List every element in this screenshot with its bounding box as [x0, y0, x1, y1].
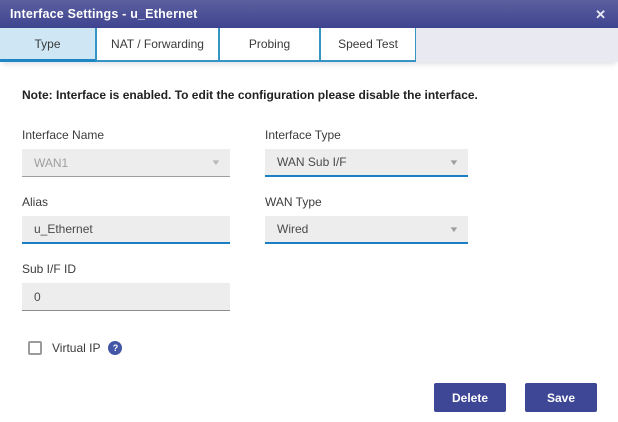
- save-button[interactable]: Save: [525, 383, 597, 412]
- dialog-title: Interface Settings - u_Ethernet: [10, 7, 198, 21]
- sub-if-id-input[interactable]: 0: [22, 283, 230, 311]
- tab-speed-test[interactable]: Speed Test: [320, 28, 416, 62]
- interface-type-group: Interface Type WAN Sub I/F ▼: [265, 128, 468, 177]
- delete-button[interactable]: Delete: [434, 383, 506, 412]
- sub-if-id-group: Sub I/F ID 0: [22, 262, 230, 311]
- interface-type-label: Interface Type: [265, 128, 341, 142]
- wan-type-value: Wired: [277, 222, 309, 236]
- dialog-footer: Delete Save: [434, 383, 597, 412]
- sub-if-id-label: Sub I/F ID: [22, 262, 77, 276]
- chevron-down-icon: ▼: [448, 224, 460, 234]
- alias-input[interactable]: u_Ethernet: [22, 216, 230, 244]
- interface-type-select[interactable]: WAN Sub I/F ▼: [265, 149, 468, 177]
- tab-nat-forwarding[interactable]: NAT / Forwarding: [96, 28, 219, 62]
- wan-type-select[interactable]: Wired ▼: [265, 216, 468, 244]
- tab-panel-type: Note: Interface is enabled. To edit the …: [0, 62, 618, 355]
- interface-form: Interface Name WAN1 ▼ Interface Type WAN…: [22, 128, 596, 311]
- alias-value: u_Ethernet: [34, 222, 93, 236]
- help-icon[interactable]: ?: [108, 341, 123, 355]
- interface-name-select[interactable]: WAN1 ▼: [22, 149, 230, 177]
- chevron-down-icon: ▼: [448, 157, 460, 167]
- tab-probing[interactable]: Probing: [219, 28, 320, 62]
- wan-type-group: WAN Type Wired ▼: [265, 195, 468, 244]
- wan-type-label: WAN Type: [265, 195, 322, 209]
- interface-settings-dialog: Interface Settings - u_Ethernet ✕ Type N…: [0, 0, 618, 422]
- virtual-ip-row: Virtual IP ?: [22, 341, 596, 355]
- tab-nat-forwarding-label: NAT / Forwarding: [111, 37, 204, 51]
- dialog-titlebar: Interface Settings - u_Ethernet ✕: [0, 0, 618, 28]
- tab-type[interactable]: Type: [0, 28, 96, 62]
- virtual-ip-checkbox[interactable]: [28, 341, 42, 355]
- interface-name-group: Interface Name WAN1 ▼: [22, 128, 230, 177]
- sub-if-id-value: 0: [34, 289, 41, 304]
- tab-bar: Type NAT / Forwarding Probing Speed Test: [0, 28, 618, 62]
- interface-type-value: WAN Sub I/F: [277, 155, 347, 169]
- tab-speed-test-label: Speed Test: [338, 37, 398, 51]
- tab-type-label: Type: [34, 36, 61, 51]
- virtual-ip-label: Virtual IP: [52, 341, 101, 355]
- alias-group: Alias u_Ethernet: [22, 195, 230, 244]
- interface-name-label: Interface Name: [22, 128, 105, 142]
- tab-bar-filler: [416, 28, 618, 62]
- tab-probing-label: Probing: [248, 37, 291, 51]
- interface-name-value: WAN1: [34, 155, 69, 170]
- interface-enabled-note: Note: Interface is enabled. To edit the …: [22, 88, 478, 102]
- close-icon[interactable]: ✕: [593, 6, 608, 23]
- alias-label: Alias: [22, 195, 49, 209]
- form-spacer: [265, 262, 468, 311]
- chevron-down-icon: ▼: [210, 158, 222, 167]
